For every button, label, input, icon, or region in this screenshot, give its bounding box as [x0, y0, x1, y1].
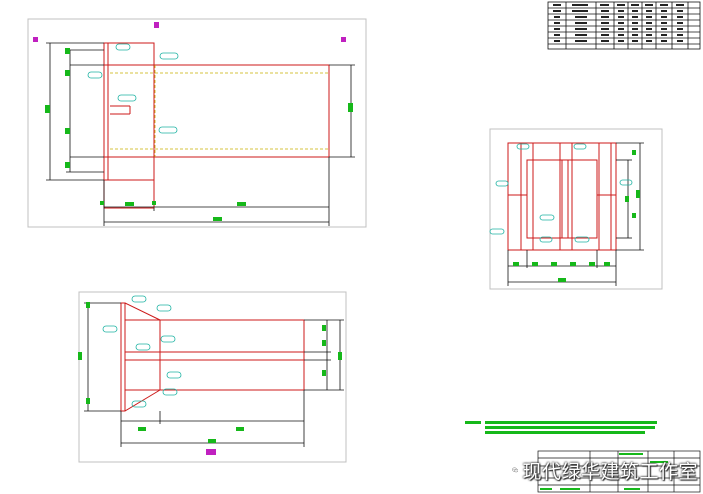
watermark-text: 现代绿华建筑工作室: [522, 460, 698, 483]
cad-viewport[interactable]: [0, 0, 703, 494]
parts-table-entries: [553, 4, 684, 42]
view-top-left: [27, 18, 367, 228]
view-frame: [78, 291, 347, 463]
view-right: [489, 128, 663, 290]
watermark: 现代绿华建筑工作室: [512, 456, 698, 484]
view-bottom-left: [78, 291, 347, 463]
drawing-notes: [465, 421, 657, 434]
wechat-icon: [512, 467, 519, 473]
